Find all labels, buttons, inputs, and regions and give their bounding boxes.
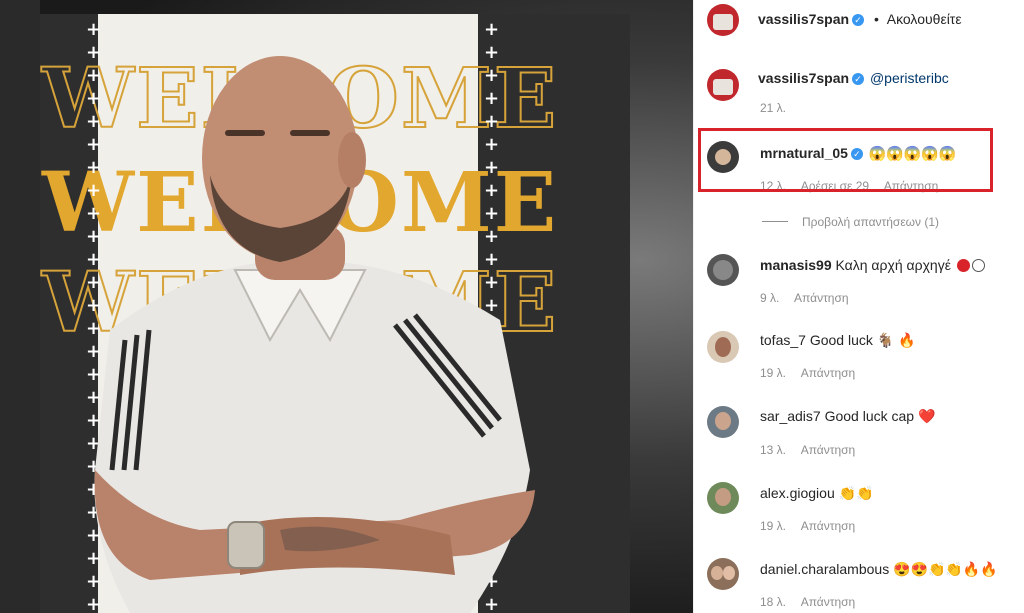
caption-username[interactable]: vassilis7span [758,70,849,86]
comment-meta: 19 λ. Απάντηση [760,366,867,380]
red-circle-icon [956,259,970,272]
comment-time[interactable]: 19 λ. [760,519,786,533]
header-username[interactable]: vassilis7span [758,11,849,27]
view-replies-button[interactable]: Προβολή απαντήσεων (1) [762,215,939,229]
comment-row: tofas_7 Good luck 🐐 🔥 [760,332,916,349]
comment-reply-button[interactable]: Απάντηση [794,291,849,305]
post-image[interactable]: WELCOME WELCOME WELCOME + + + + + + + + … [0,0,693,613]
verified-badge-icon: ✓ [852,14,865,26]
white-circle-icon [971,259,985,272]
comment-avatar[interactable] [707,406,739,438]
comment-text: 😍😍👏👏🔥🔥 [893,561,998,577]
comment-username[interactable]: sar_adis7 [760,408,821,424]
follow-status-button[interactable]: Ακολουθείτε [887,11,962,27]
highlight-box [698,128,993,192]
verified-badge-icon: ✓ [852,73,865,85]
comment-avatar[interactable] [707,331,739,363]
comment-time[interactable]: 19 λ. [760,366,786,380]
header-separator: • [873,11,879,27]
comment-text: 👏👏 [838,485,874,501]
comment-username[interactable]: manasis99 [760,257,832,273]
caption-avatar[interactable] [707,69,739,101]
comment-text: Καλη αρχή αρχηγέ [835,257,951,273]
caption-time[interactable]: 21 λ. [760,101,786,115]
comment-meta: 19 λ. Απάντηση [760,519,867,533]
comment-username[interactable]: alex.giogiou [760,485,835,501]
replies-divider [762,221,788,222]
comment-time[interactable]: 18 λ. [760,595,786,609]
comment-reply-button[interactable]: Απάντηση [801,366,856,380]
comment-meta: 18 λ. Απάντηση [760,595,867,609]
caption-mention-link[interactable]: @peristeribc [870,70,949,86]
comment-avatar[interactable] [707,558,739,590]
comment-row: alex.giogiou 👏👏 [760,485,874,502]
comment-text: Good luck 🐐 🔥 [809,332,916,348]
comment-row: manasis99 Καλη αρχή αρχηγέ [760,257,985,273]
caption-row: vassilis7span ✓ @peristeribc [758,70,949,86]
post-header: vassilis7span ✓ • Ακολουθείτε [758,11,962,27]
comment-row: sar_adis7 Good luck cap ❤️ [760,408,935,425]
comment-avatar[interactable] [707,254,739,286]
comment-row: daniel.charalambous 😍😍👏👏🔥🔥 [760,561,998,578]
caption-meta: 21 λ. [760,101,798,115]
comment-time[interactable]: 9 λ. [760,291,779,305]
comment-username[interactable]: tofas_7 [760,332,806,348]
comment-reply-button[interactable]: Απάντηση [801,443,856,457]
comment-meta: 9 λ. Απάντηση [760,291,861,305]
comment-reply-button[interactable]: Απάντηση [801,519,856,533]
coach-portrait [94,56,535,613]
comment-meta: 13 λ. Απάντηση [760,443,867,457]
comment-reply-button[interactable]: Απάντηση [801,595,856,609]
comment-time[interactable]: 13 λ. [760,443,786,457]
comment-username[interactable]: daniel.charalambous [760,561,889,577]
view-replies-label: Προβολή απαντήσεων (1) [802,215,940,229]
comment-avatar[interactable] [707,482,739,514]
header-avatar[interactable] [707,4,739,36]
comment-text: Good luck cap ❤️ [824,408,936,424]
